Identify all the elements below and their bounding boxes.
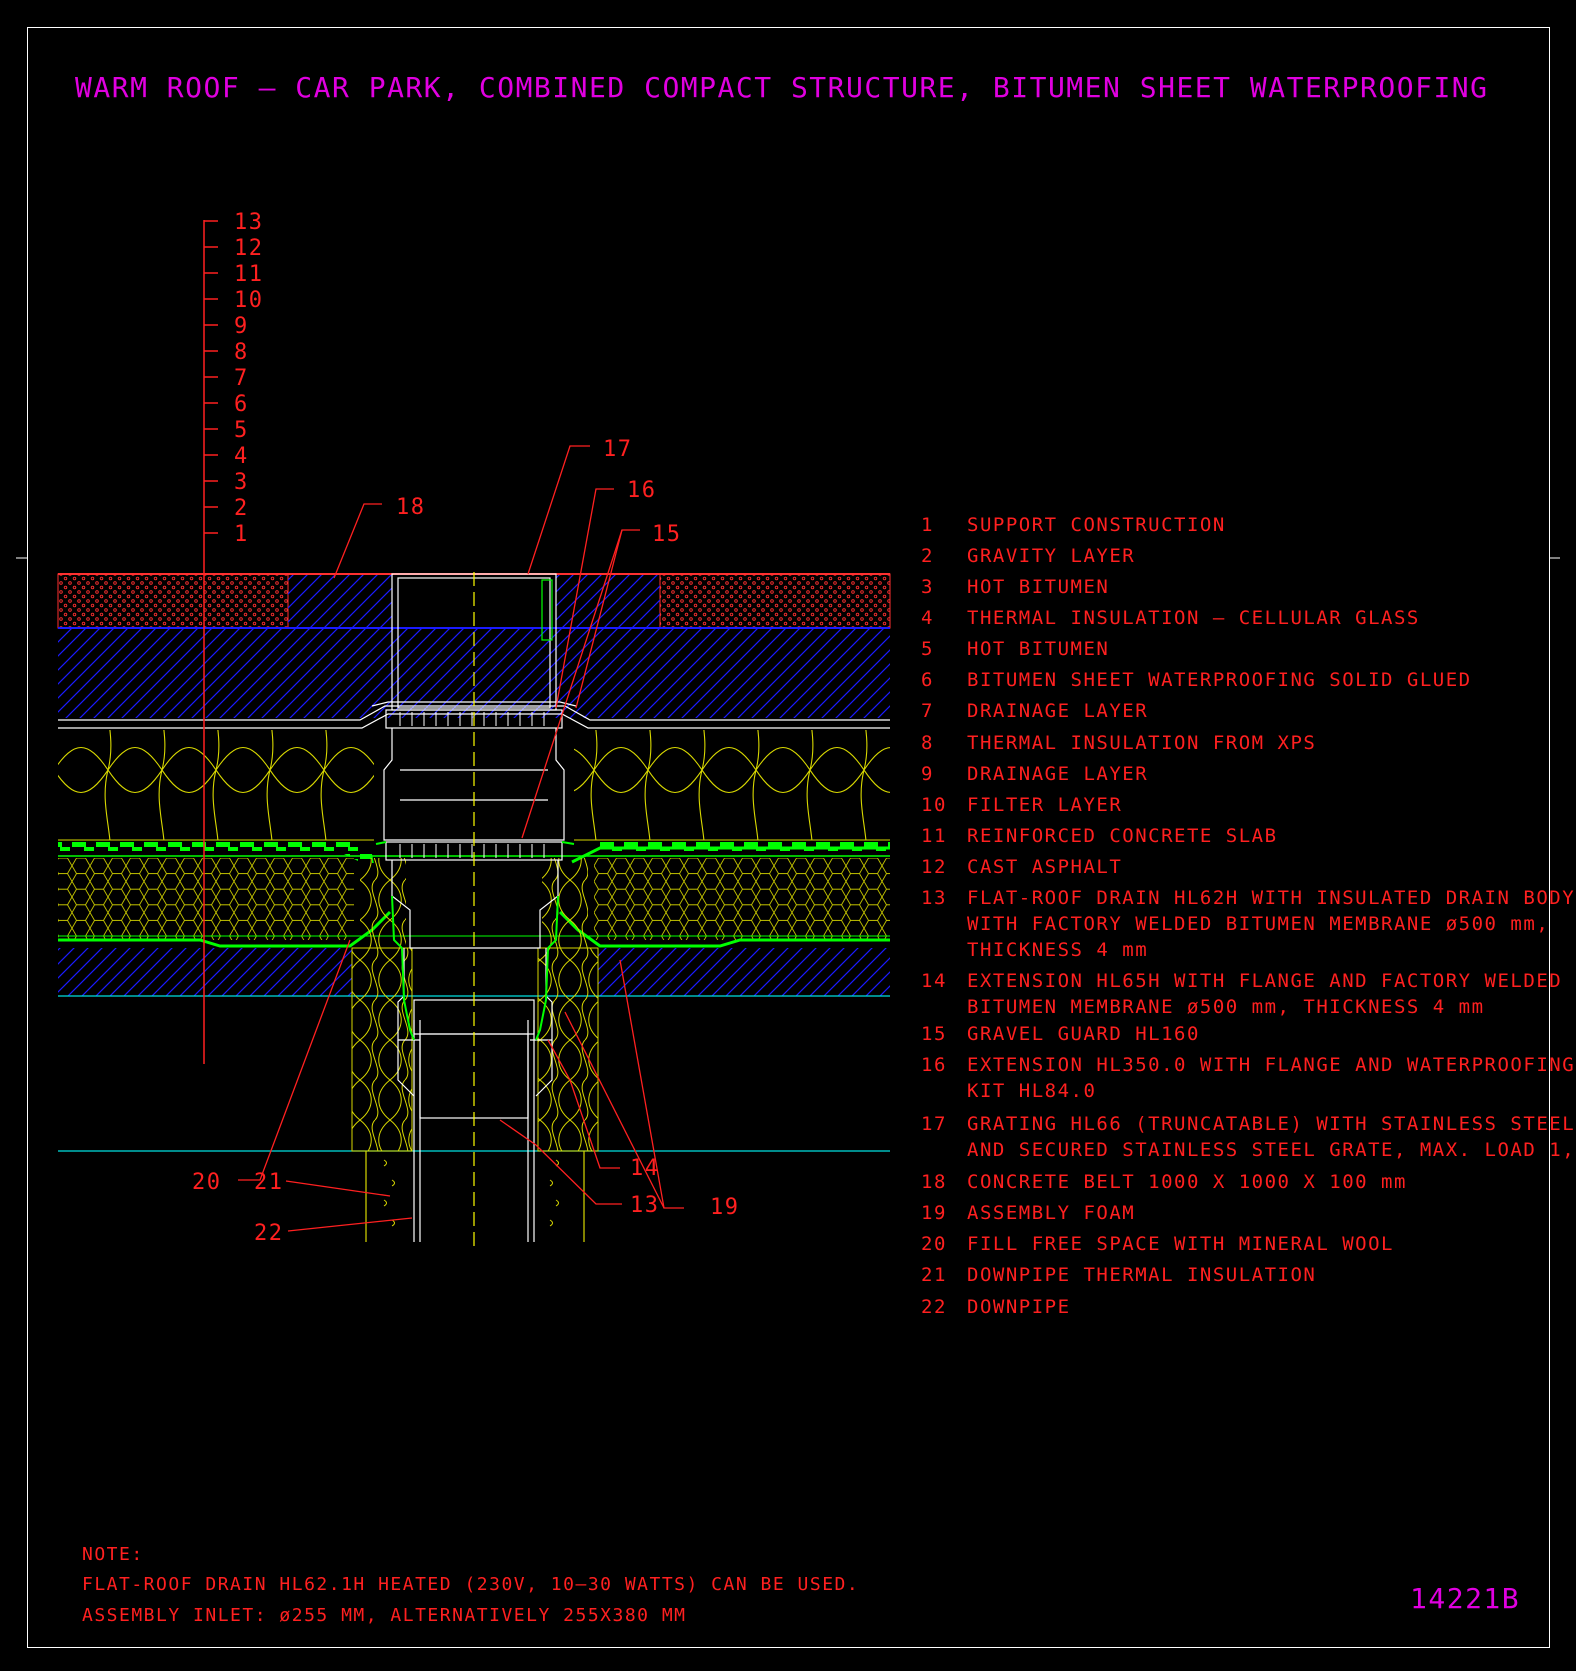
legend-number: 4 — [921, 607, 934, 629]
scale-label-2: 2 — [234, 496, 249, 521]
legend-number: 13 — [921, 887, 947, 909]
scale-label-9: 9 — [234, 314, 249, 339]
legend-number: 9 — [921, 763, 934, 785]
legend-text: SUPPORT CONSTRUCTION — [967, 514, 1226, 536]
legend-text: GRAVITY LAYER — [967, 545, 1135, 567]
legend-text: GRAVEL GUARD HL160 — [967, 1023, 1200, 1045]
note-line-2: ASSEMBLY INLET: ø255 MM, ALTERNATIVELY 2… — [82, 1605, 687, 1626]
legend-number: 17 — [921, 1113, 947, 1135]
legend-number: 21 — [921, 1264, 947, 1286]
legend-text: DOWNPIPE — [967, 1296, 1071, 1318]
callout-15: 15 — [652, 522, 682, 547]
scale-label-4: 4 — [234, 444, 249, 469]
legend-text: HOT BITUMEN — [967, 638, 1109, 660]
legend-text: EXTENSION HL350.0 WITH FLANGE AND WATERP… — [967, 1054, 1575, 1076]
drawing-title: WARM ROOF – CAR PARK, COMBINED COMPACT S… — [75, 71, 1489, 104]
scale-label-10: 10 — [234, 288, 264, 313]
note-line-1: FLAT-ROOF DRAIN HL62.1H HEATED (230V, 10… — [82, 1574, 859, 1595]
scale-label-11: 11 — [234, 262, 264, 287]
callout-16: 16 — [627, 478, 657, 503]
scale-label-13: 13 — [234, 210, 264, 235]
drawing-number: 14221B — [1410, 1582, 1520, 1615]
callout-18: 18 — [396, 495, 426, 520]
legend-text: BITUMEN SHEET WATERPROOFING SOLID GLUED — [967, 669, 1472, 691]
legend-number: 22 — [921, 1296, 947, 1318]
scale-label-5: 5 — [234, 418, 249, 443]
legend-text: THICKNESS 4 mm — [967, 939, 1148, 961]
mineral-wool-fill — [351, 858, 599, 1152]
legend-text: FLAT-ROOF DRAIN HL62H WITH INSULATED DRA… — [967, 887, 1576, 909]
legend-text: DRAINAGE LAYER — [967, 700, 1148, 722]
legend-number: 8 — [921, 732, 934, 754]
legend-number: 11 — [921, 825, 947, 847]
note-block: NOTE: FLAT-ROOF DRAIN HL62.1H HEATED (23… — [82, 1544, 859, 1626]
legend: 1 SUPPORT CONSTRUCTION 2 GRAVITY LAYER 3 HOT … — [921, 514, 1576, 1318]
legend-text: ASSEMBLY FOAM — [967, 1202, 1135, 1224]
legend-text: REINFORCED CONCRETE SLAB — [967, 825, 1278, 847]
legend-number: 15 — [921, 1023, 947, 1045]
legend-number: 18 — [921, 1171, 947, 1193]
legend-number: 2 — [921, 545, 934, 567]
legend-number: 1 — [921, 514, 934, 536]
callout-20: 20 — [192, 1170, 222, 1195]
legend-text: THERMAL INSULATION FROM XPS — [967, 732, 1316, 754]
legend-number: 14 — [921, 970, 947, 992]
legend-text: WITH FACTORY WELDED BITUMEN MEMBRANE ø50… — [967, 913, 1549, 935]
scale-label-12: 12 — [234, 236, 264, 261]
scale-label-8: 8 — [234, 340, 249, 365]
legend-number: 12 — [921, 856, 947, 878]
legend-text: FILL FREE SPACE WITH MINERAL WOOL — [967, 1233, 1394, 1255]
legend-number: 10 — [921, 794, 947, 816]
section-drawing: WARM ROOF – CAR PARK, COMBINED COMPACT S… — [16, 71, 1576, 1626]
callout-13: 13 — [630, 1193, 660, 1218]
callout-22: 22 — [254, 1221, 284, 1246]
legend-text: HOT BITUMEN — [967, 576, 1109, 598]
callout-19: 19 — [710, 1195, 740, 1220]
legend-text: GRATING HL66 (TRUNCATABLE) WITH STAINLES… — [967, 1113, 1576, 1135]
scale-label-6: 6 — [234, 392, 249, 417]
callout-17: 17 — [603, 437, 633, 462]
legend-number: 7 — [921, 700, 934, 722]
legend-number: 5 — [921, 638, 934, 660]
legend-text: DRAINAGE LAYER — [967, 763, 1148, 785]
legend-number: 19 — [921, 1202, 947, 1224]
legend-number: 3 — [921, 576, 934, 598]
legend-text: BITUMEN MEMBRANE ø500 mm, THICKNESS 4 mm — [967, 996, 1485, 1018]
legend-number: 20 — [921, 1233, 947, 1255]
scale-label-7: 7 — [234, 366, 249, 391]
legend-text: CONCRETE BELT 1000 X 1000 X 100 mm — [967, 1171, 1407, 1193]
legend-text: AND SECURED STAINLESS STEEL GRATE, MAX. … — [967, 1139, 1576, 1161]
legend-text: CAST ASPHALT — [967, 856, 1122, 878]
scale-label-3: 3 — [234, 470, 249, 495]
note-heading: NOTE: — [82, 1544, 144, 1565]
legend-text: THERMAL INSULATION – CELLULAR GLASS — [967, 607, 1420, 629]
scale-label-1: 1 — [234, 522, 249, 547]
callout-14: 14 — [630, 1156, 660, 1181]
legend-text: DOWNPIPE THERMAL INSULATION — [967, 1264, 1316, 1286]
legend-text: FILTER LAYER — [967, 794, 1122, 816]
legend-text: EXTENSION HL65H WITH FLANGE AND FACTORY … — [967, 970, 1562, 992]
legend-text: KIT HL84.0 — [967, 1080, 1096, 1102]
legend-number: 16 — [921, 1054, 947, 1076]
legend-number: 6 — [921, 669, 934, 691]
callout-21: 21 — [254, 1170, 284, 1195]
